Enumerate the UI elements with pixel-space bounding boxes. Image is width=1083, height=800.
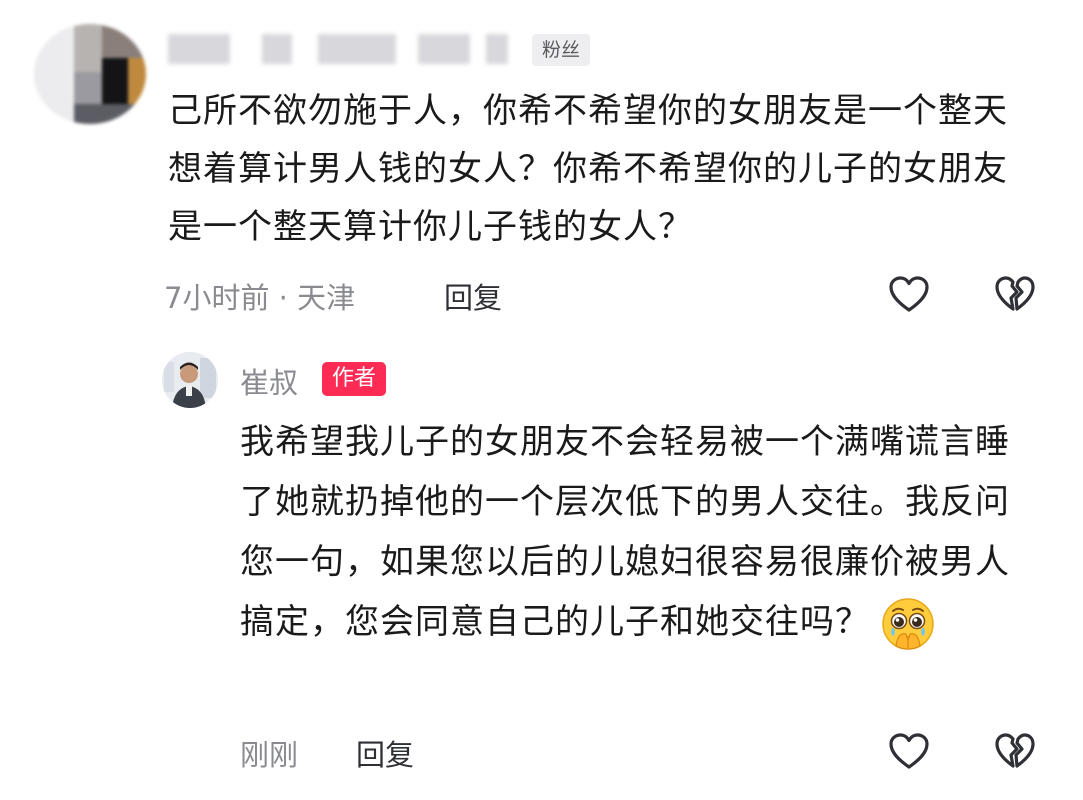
comment-time-location: 7小时前 · 天津	[164, 281, 356, 315]
author-name[interactable]: 崔叔	[240, 360, 298, 402]
reply-text: 我希望我儿子的女朋友不会轻易被一个满嘴谎言睡了她就扔掉他的一个层次低下的男人交往…	[240, 412, 1040, 652]
reply-button[interactable]: 回复	[356, 732, 414, 774]
reply-button[interactable]: 回复	[444, 275, 502, 317]
comment-text: 己所不欲勿施于人，你希不希望你的女朋友是一个整天想着算计男人钱的女人？你希不希望…	[168, 91, 1008, 247]
blurred-username[interactable]	[168, 28, 528, 68]
fan-badge: 粉丝	[532, 34, 591, 66]
broken-heart-icon[interactable]	[994, 733, 1036, 771]
author-avatar-image	[162, 352, 218, 408]
author-avatar[interactable]	[162, 352, 218, 408]
reply-time: 刚刚	[240, 738, 299, 772]
blurred-avatar[interactable]	[34, 24, 146, 124]
author-badge: 作者	[322, 362, 387, 396]
heart-outline-icon[interactable]	[888, 276, 930, 314]
pleading-face-emoji-icon	[882, 597, 934, 650]
broken-heart-icon[interactable]	[994, 276, 1036, 314]
heart-outline-icon[interactable]	[888, 733, 930, 771]
